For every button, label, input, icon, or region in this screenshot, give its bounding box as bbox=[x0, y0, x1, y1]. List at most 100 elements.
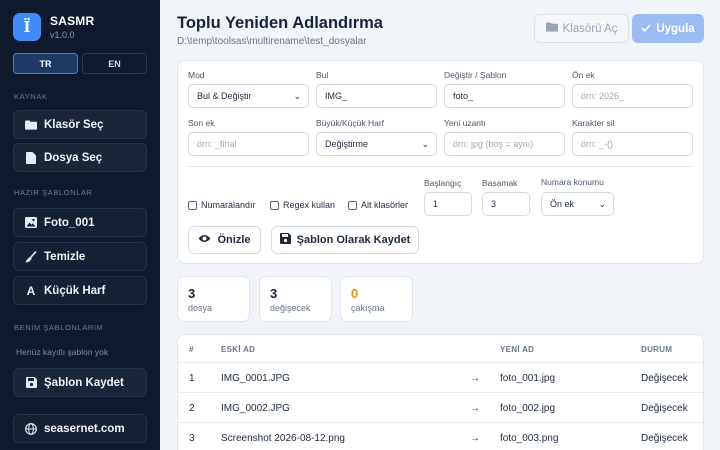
row-number: 2 bbox=[189, 403, 195, 414]
case-select[interactable]: Değiştirme ⌄ bbox=[316, 132, 437, 156]
section-label-my-templates: BENİM ŞABLONLARIM bbox=[14, 323, 104, 332]
mode-select[interactable]: Bul & Değiştir ⌄ bbox=[188, 84, 309, 108]
check-icon bbox=[641, 23, 651, 35]
form-divider bbox=[188, 166, 693, 167]
replace-label: Değiştir / Şablon bbox=[444, 70, 507, 80]
image-icon bbox=[24, 217, 38, 228]
start-input[interactable]: 1 bbox=[424, 192, 472, 216]
stat-changing: 3 değişecek bbox=[259, 276, 332, 322]
row-number: 1 bbox=[189, 373, 195, 384]
extension-input[interactable]: örn: jpg (boş = aynı) bbox=[444, 132, 565, 156]
lang-tr-button[interactable]: TR bbox=[13, 53, 78, 74]
letter-a-icon: A bbox=[26, 283, 36, 298]
stat-changing-value: 3 bbox=[270, 286, 278, 301]
open-folder-button[interactable]: Klasörü Aç bbox=[534, 14, 629, 43]
row-old-name: Screenshot 2026-08-12.png bbox=[221, 433, 345, 444]
language-switch: TR EN bbox=[13, 53, 147, 74]
extension-label: Yeni uzantı bbox=[444, 118, 486, 128]
find-label: Bul bbox=[316, 70, 329, 80]
arrow-right-icon: → bbox=[470, 403, 480, 414]
arrow-right-icon: → bbox=[470, 433, 480, 444]
brand: Ï SASMR v1.0.0 bbox=[13, 13, 94, 41]
row-new-name: foto_003.png bbox=[500, 433, 559, 444]
delete-chars-input[interactable]: örn: _-() bbox=[572, 132, 693, 156]
page-title: Toplu Yeniden Adlandırma bbox=[177, 14, 383, 32]
subfolders-checkbox[interactable]: Alt klasörler bbox=[348, 200, 408, 210]
file-select-button[interactable]: Dosya Seç bbox=[13, 143, 147, 172]
website-link[interactable]: seasernet.com bbox=[13, 414, 147, 443]
stat-changing-label: değişecek bbox=[270, 303, 311, 313]
column-header-new-name: YENİ AD bbox=[500, 345, 535, 354]
template-photo-button[interactable]: Foto_001 bbox=[13, 208, 147, 237]
row-number: 3 bbox=[189, 433, 195, 444]
row-old-name: IMG_0002.JPG bbox=[221, 403, 290, 414]
regex-label: Regex kullan bbox=[283, 200, 336, 210]
number-position-label: Numara konumu bbox=[541, 177, 604, 187]
number-position-value: Ön ek bbox=[550, 199, 575, 209]
save-as-template-button[interactable]: Şablon Olarak Kaydet bbox=[271, 226, 419, 254]
column-header-old-name: ESKİ AD bbox=[221, 345, 256, 354]
preview-button[interactable]: Önizle bbox=[188, 226, 261, 254]
template-lowercase-label: Küçük Harf bbox=[44, 284, 106, 297]
replace-input[interactable]: foto_ bbox=[444, 84, 565, 108]
sidebar: Ï SASMR v1.0.0 TR EN KAYNAK Klasör Seç D… bbox=[0, 0, 160, 450]
globe-icon bbox=[24, 422, 38, 435]
row-old-name: IMG_0001.JPG bbox=[221, 373, 290, 384]
section-label-templates: HAZIR ŞABLONLAR bbox=[14, 188, 93, 197]
apply-button[interactable]: Uygula bbox=[632, 14, 704, 43]
folder-select-label: Klasör Seç bbox=[44, 118, 104, 131]
regex-checkbox[interactable]: Regex kullan bbox=[270, 200, 335, 210]
table-row[interactable]: 2 IMG_0002.JPG → foto_002.jpg Değişecek bbox=[178, 392, 703, 422]
numbering-label: Numaralandır bbox=[201, 200, 256, 210]
stat-conflicts-value: 0 bbox=[351, 286, 359, 301]
row-new-name: foto_001.jpg bbox=[500, 373, 556, 384]
numbering-checkbox[interactable]: Numaralandır bbox=[188, 200, 256, 210]
chevron-down-icon: ⌄ bbox=[293, 90, 301, 101]
chevron-down-icon: ⌄ bbox=[421, 138, 429, 149]
app-name: SASMR bbox=[50, 14, 95, 28]
broom-icon bbox=[24, 250, 38, 263]
eye-icon bbox=[198, 234, 211, 246]
prefix-input[interactable]: örn: 2026_ bbox=[572, 84, 693, 108]
folder-icon bbox=[545, 22, 558, 35]
subfolders-label: Alt klasörler bbox=[361, 200, 409, 210]
row-status: Değişecek bbox=[641, 373, 688, 384]
template-lowercase-button[interactable]: A Küçük Harf bbox=[13, 276, 147, 305]
step-label: Basamak bbox=[482, 178, 518, 188]
table-row[interactable]: 3 Screenshot 2026-08-12.png → foto_003.p… bbox=[178, 422, 703, 450]
row-new-name: foto_002.jpg bbox=[500, 403, 556, 414]
stat-conflicts: 0 çakışma bbox=[340, 276, 413, 322]
folder-icon bbox=[24, 120, 38, 130]
template-clean-button[interactable]: Temizle bbox=[13, 242, 147, 271]
template-clean-label: Temizle bbox=[44, 250, 86, 263]
suffix-input[interactable]: örn: _final bbox=[188, 132, 309, 156]
app-version: v1.0.0 bbox=[50, 30, 75, 40]
file-icon bbox=[24, 151, 38, 164]
save-template-sidebar-button[interactable]: Şablon Kaydet bbox=[13, 368, 147, 397]
save-icon bbox=[24, 377, 38, 388]
column-header-status: DURUM bbox=[641, 345, 673, 354]
folder-path: D:\temp\toolsas\multirename\test_dosyala… bbox=[177, 36, 367, 47]
stat-files-label: dosya bbox=[188, 303, 213, 313]
case-select-value: Değiştirme bbox=[325, 139, 369, 149]
save-template-sidebar-label: Şablon Kaydet bbox=[44, 376, 124, 389]
save-as-template-label: Şablon Olarak Kaydet bbox=[296, 234, 411, 246]
step-input[interactable]: 3 bbox=[482, 192, 530, 216]
lang-en-button[interactable]: EN bbox=[82, 53, 147, 74]
checkbox-box bbox=[188, 200, 197, 210]
mode-label: Mod bbox=[188, 70, 205, 80]
checkbox-box bbox=[348, 200, 357, 210]
save-icon bbox=[279, 233, 291, 247]
prefix-label: Ön ek bbox=[572, 70, 595, 80]
preview-label: Önizle bbox=[217, 234, 251, 246]
case-label: Büyük/Küçük Harf bbox=[316, 118, 385, 128]
checkbox-box bbox=[270, 200, 279, 210]
open-folder-label: Klasörü Aç bbox=[562, 22, 618, 35]
number-position-select[interactable]: Ön ek ⌄ bbox=[541, 192, 614, 216]
column-header-number: # bbox=[189, 345, 194, 354]
section-label-source: KAYNAK bbox=[14, 92, 48, 101]
table-row[interactable]: 1 IMG_0001.JPG → foto_001.jpg Değişecek bbox=[178, 362, 703, 392]
stat-files-value: 3 bbox=[188, 286, 196, 301]
find-input[interactable]: IMG_ bbox=[316, 84, 437, 108]
folder-select-button[interactable]: Klasör Seç bbox=[13, 110, 147, 139]
